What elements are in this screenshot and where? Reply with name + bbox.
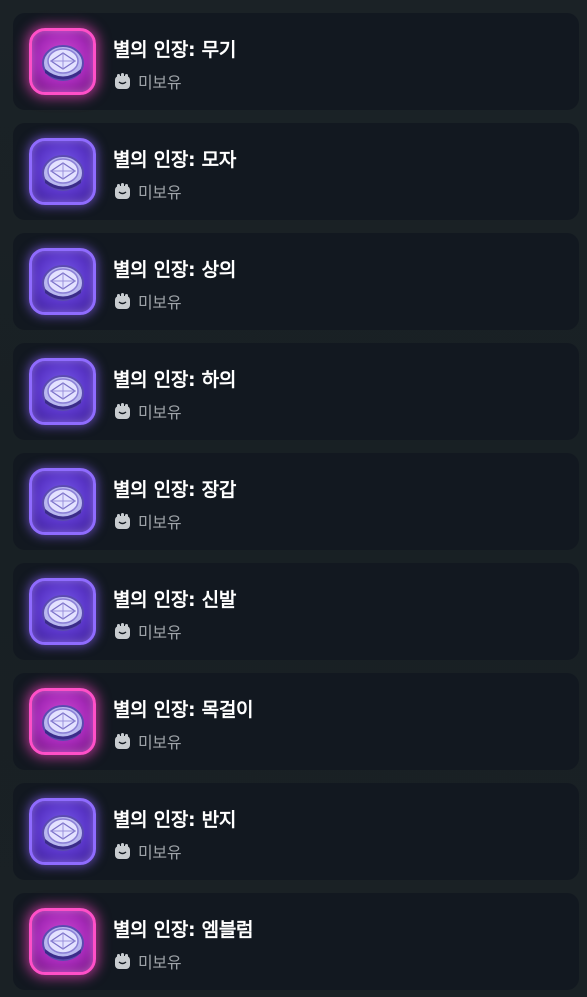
- star-seal-gem-icon: [41, 264, 84, 301]
- item-frame: [29, 468, 96, 535]
- status-label: 미보유: [138, 403, 182, 422]
- seal-card-hat[interactable]: 별의 인장: 모자 미보유: [13, 123, 579, 220]
- fist-lock-icon: [115, 182, 130, 199]
- star-seal-gem-icon: [41, 814, 84, 851]
- item-status: 미보유: [113, 509, 182, 533]
- star-seal-gem-icon: [41, 594, 84, 631]
- item-title: 별의 인장: 무기: [113, 39, 237, 61]
- item-status: 미보유: [113, 179, 182, 203]
- item-title: 별의 인장: 모자: [113, 149, 237, 171]
- item-title: 별의 인장: 반지: [113, 809, 237, 831]
- item-frame: [29, 908, 96, 975]
- item-frame: [29, 798, 96, 865]
- star-seal-gem-icon: [41, 704, 84, 741]
- item-frame: [29, 358, 96, 425]
- status-label: 미보유: [138, 293, 182, 312]
- star-seal-gem-icon: [41, 154, 84, 191]
- item-status: 미보유: [113, 399, 182, 423]
- seal-card-gloves[interactable]: 별의 인장: 장갑 미보유: [13, 453, 579, 550]
- item-status: 미보유: [113, 729, 182, 753]
- item-title: 별의 인장: 상의: [113, 259, 237, 281]
- status-label: 미보유: [138, 733, 182, 752]
- star-seal-gem-icon: [41, 374, 84, 411]
- seal-card-bottom[interactable]: 별의 인장: 하의 미보유: [13, 343, 579, 440]
- item-status: 미보유: [113, 69, 182, 93]
- seal-card-emblem[interactable]: 별의 인장: 엠블럼 미보유: [13, 893, 579, 990]
- fist-lock-icon: [115, 512, 130, 529]
- star-seal-gem-icon: [41, 44, 84, 81]
- item-frame: [29, 578, 96, 645]
- status-label: 미보유: [138, 73, 182, 92]
- item-frame: [29, 28, 96, 95]
- fist-lock-icon: [115, 402, 130, 419]
- star-seal-gem-icon: [41, 484, 84, 521]
- seal-item-list: 별의 인장: 무기 미보유 별의 인장: 모자 미보유 별의 인장: 상의 미보…: [0, 0, 587, 997]
- item-title: 별의 인장: 엠블럼: [113, 919, 254, 941]
- status-label: 미보유: [138, 953, 182, 972]
- item-status: 미보유: [113, 619, 182, 643]
- fist-lock-icon: [115, 292, 130, 309]
- fist-lock-icon: [115, 732, 130, 749]
- item-status: 미보유: [113, 839, 182, 863]
- fist-lock-icon: [115, 842, 130, 859]
- item-status: 미보유: [113, 949, 182, 973]
- item-title: 별의 인장: 하의: [113, 369, 237, 391]
- fist-lock-icon: [115, 622, 130, 639]
- status-label: 미보유: [138, 623, 182, 642]
- fist-lock-icon: [115, 72, 130, 89]
- item-status: 미보유: [113, 289, 182, 313]
- fist-lock-icon: [115, 952, 130, 969]
- item-title: 별의 인장: 장갑: [113, 479, 237, 501]
- star-seal-gem-icon: [41, 924, 84, 961]
- item-title: 별의 인장: 목걸이: [113, 699, 254, 721]
- item-frame: [29, 688, 96, 755]
- seal-card-top[interactable]: 별의 인장: 상의 미보유: [13, 233, 579, 330]
- item-frame: [29, 138, 96, 205]
- seal-card-ring[interactable]: 별의 인장: 반지 미보유: [13, 783, 579, 880]
- status-label: 미보유: [138, 183, 182, 202]
- item-title: 별의 인장: 신발: [113, 589, 237, 611]
- seal-card-necklace[interactable]: 별의 인장: 목걸이 미보유: [13, 673, 579, 770]
- seal-card-weapon[interactable]: 별의 인장: 무기 미보유: [13, 13, 579, 110]
- item-frame: [29, 248, 96, 315]
- status-label: 미보유: [138, 513, 182, 532]
- seal-card-shoes[interactable]: 별의 인장: 신발 미보유: [13, 563, 579, 660]
- status-label: 미보유: [138, 843, 182, 862]
